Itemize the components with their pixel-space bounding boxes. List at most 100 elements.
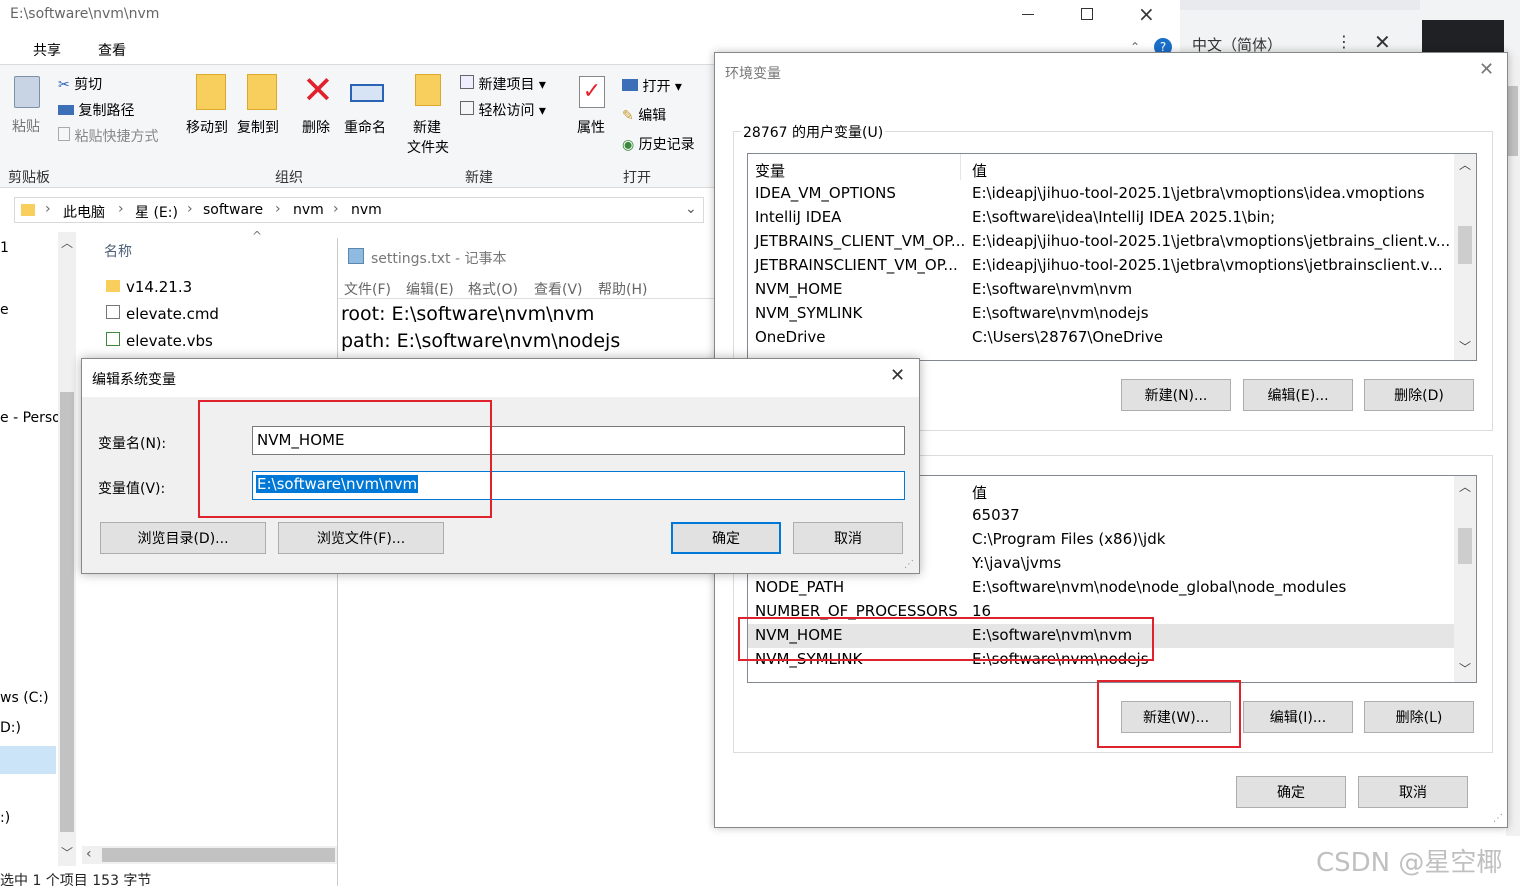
notepad-menu-view[interactable]: 查看(V): [534, 279, 583, 299]
table-row[interactable]: NVM_SYMLINK E:\software\nvm\nodejs: [755, 302, 1452, 326]
scroll-down-icon[interactable]: ﹀: [1459, 338, 1471, 355]
edit-dialog-title: 编辑系统变量: [92, 372, 176, 388]
open-button[interactable]: 打开 ▾: [622, 76, 682, 96]
list-item[interactable]: v14.21.3: [106, 278, 192, 296]
delete-button[interactable]: ✕ 删除: [300, 68, 336, 144]
h-scrollbar[interactable]: ‹: [82, 846, 337, 864]
nav-scrollbar[interactable]: ︿ ﹀: [58, 232, 76, 866]
env-ok-button[interactable]: 确定: [1236, 776, 1346, 808]
edit-pencil-icon: ✎: [622, 108, 634, 124]
col-val-header[interactable]: 值: [972, 160, 987, 181]
system-delete-button[interactable]: 删除(L): [1364, 701, 1474, 733]
table-row[interactable]: NVM_HOME E:\software\nvm\nvm: [755, 278, 1452, 302]
col-val-header[interactable]: 值: [972, 482, 987, 503]
table-row[interactable]: NODE_PATH E:\software\nvm\node\node_globa…: [755, 576, 1452, 600]
notepad-menu-help[interactable]: 帮助(H): [598, 279, 647, 299]
paste-button[interactable]: 粘贴: [8, 76, 48, 136]
user-delete-button[interactable]: 删除(D): [1364, 379, 1474, 411]
copy-to-button[interactable]: 复制到: [237, 74, 283, 144]
new-item-button[interactable]: 新建项目 ▾: [460, 74, 546, 94]
cut-button[interactable]: ✂ 剪切: [58, 74, 102, 94]
maximize-icon[interactable]: [1081, 8, 1093, 20]
system-new-button[interactable]: 新建(W)...: [1121, 701, 1231, 733]
easy-access-button[interactable]: 轻松访问 ▾: [460, 100, 546, 120]
nav-item[interactable]: e - Perso: [0, 410, 61, 426]
breadcrumb-item[interactable]: software: [203, 202, 263, 218]
edit-cancel-button[interactable]: 取消: [793, 522, 903, 554]
breadcrumb-item[interactable]: 此电脑: [63, 202, 105, 222]
properties-button[interactable]: ✓ 属性: [575, 74, 615, 144]
var-name-label: 变量名(N):: [98, 436, 167, 452]
chevron-down-icon[interactable]: ⌄: [685, 201, 697, 217]
paste-shortcut-button[interactable]: 粘贴快捷方式: [58, 126, 158, 146]
tab-view[interactable]: 查看: [98, 40, 126, 60]
history-button[interactable]: ◉ 历史记录: [622, 134, 695, 154]
h-scroll-thumb[interactable]: [102, 848, 335, 862]
col-var-header[interactable]: 变量: [755, 160, 785, 181]
watermark: CSDN @星空椰: [1316, 848, 1503, 878]
scroll-left-icon[interactable]: ‹: [86, 846, 92, 862]
var-name-input[interactable]: NVM_HOME: [252, 426, 905, 455]
page-scrollbar[interactable]: [1506, 56, 1520, 836]
scroll-up-icon[interactable]: ︿: [1459, 156, 1471, 173]
close-icon[interactable]: ✕: [1479, 59, 1494, 80]
close-icon[interactable]: ✕: [890, 365, 905, 386]
nav-item[interactable]: e: [0, 302, 9, 318]
edit-ok-button[interactable]: 确定: [671, 522, 781, 554]
notepad-menu-format[interactable]: 格式(O): [468, 279, 518, 299]
column-header-name[interactable]: 名称: [104, 241, 132, 261]
move-to-button[interactable]: 移动到: [186, 74, 232, 144]
address-bar[interactable]: › 此电脑 › 星 (E:) › software › nvm › nvm ⌄: [14, 197, 704, 223]
edit-button[interactable]: ✎ 编辑: [622, 105, 666, 125]
more-vert-icon[interactable]: ⋮: [1336, 32, 1352, 51]
page-scroll-thumb[interactable]: [1508, 86, 1518, 156]
table-row[interactable]: NVM_SYMLINK E:\software\nvm\nodejs: [755, 648, 1452, 672]
nav-item[interactable]: :): [0, 810, 10, 826]
scroll-thumb[interactable]: [1458, 528, 1472, 564]
close-icon[interactable]: ×: [1138, 2, 1155, 26]
new-folder-button[interactable]: 新建 文件夹: [407, 74, 455, 158]
var-value-input[interactable]: E:\software\nvm\nvm: [252, 471, 905, 500]
scroll-down-icon[interactable]: ﹀: [1459, 660, 1471, 677]
table-row[interactable]: NUMBER_OF_PROCESSORS 16: [755, 600, 1452, 624]
scroll-thumb[interactable]: [1458, 226, 1472, 264]
user-vars-scrollbar[interactable]: ︿ ﹀: [1454, 154, 1476, 360]
system-vars-scrollbar[interactable]: ︿ ﹀: [1454, 476, 1476, 682]
scroll-up-icon[interactable]: ︿: [1459, 478, 1471, 495]
table-row[interactable]: OneDrive C:\Users\28767\OneDrive: [755, 326, 1452, 350]
list-item[interactable]: elevate.cmd: [106, 305, 219, 323]
minimize-icon[interactable]: [1022, 14, 1034, 15]
table-row[interactable]: IDEA_VM_OPTIONS E:\ideapj\jihuo-tool-2025…: [755, 182, 1452, 206]
nav-item-selected: [0, 746, 56, 774]
nav-item[interactable]: D:): [0, 720, 21, 736]
scroll-down-icon[interactable]: ﹀: [61, 844, 73, 861]
resize-grip-icon[interactable]: ⋰: [904, 559, 914, 570]
notepad-menu-file[interactable]: 文件(F): [344, 279, 391, 299]
resize-grip-icon[interactable]: ⋰: [1493, 813, 1503, 824]
user-edit-button[interactable]: 编辑(E)...: [1243, 379, 1353, 411]
nav-item[interactable]: 1: [0, 240, 9, 256]
table-row[interactable]: IntelliJ IDEA E:\software\idea\IntelliJ I…: [755, 206, 1452, 230]
scroll-thumb[interactable]: [60, 392, 74, 832]
breadcrumb-item[interactable]: nvm: [351, 202, 382, 218]
selected-text: E:\software\nvm\nvm: [256, 475, 419, 493]
browse-dir-button[interactable]: 浏览目录(D)...: [100, 522, 266, 554]
breadcrumb-item[interactable]: 星 (E:): [135, 202, 178, 222]
system-edit-button[interactable]: 编辑(I)...: [1243, 701, 1353, 733]
close-icon[interactable]: ✕: [1374, 30, 1391, 54]
browse-file-button[interactable]: 浏览文件(F)...: [278, 522, 444, 554]
env-cancel-button[interactable]: 取消: [1358, 776, 1468, 808]
notepad-menu-edit[interactable]: 编辑(E): [406, 279, 454, 299]
rename-button[interactable]: 重命名: [344, 74, 394, 144]
breadcrumb-item[interactable]: nvm: [293, 202, 324, 218]
scroll-up-icon[interactable]: ︿: [61, 234, 73, 251]
table-row-selected[interactable]: NVM_HOME E:\software\nvm\nvm: [748, 624, 1454, 648]
user-new-button[interactable]: 新建(N)...: [1121, 379, 1231, 411]
user-vars-table[interactable]: 变量 值 IDEA_VM_OPTIONS E:\ideapj\jihuo-tool…: [747, 153, 1477, 361]
tab-share[interactable]: 共享: [33, 40, 61, 60]
table-row[interactable]: JETBRAINS_CLIENT_VM_OP... E:\ideapj\jihuo…: [755, 230, 1452, 254]
list-item[interactable]: elevate.vbs: [106, 332, 213, 350]
copy-path-button[interactable]: 复制路径: [58, 100, 134, 120]
table-row[interactable]: JETBRAINSCLIENT_VM_OP... E:\ideapj\jihuo-…: [755, 254, 1452, 278]
nav-item[interactable]: ws (C:): [0, 690, 49, 706]
